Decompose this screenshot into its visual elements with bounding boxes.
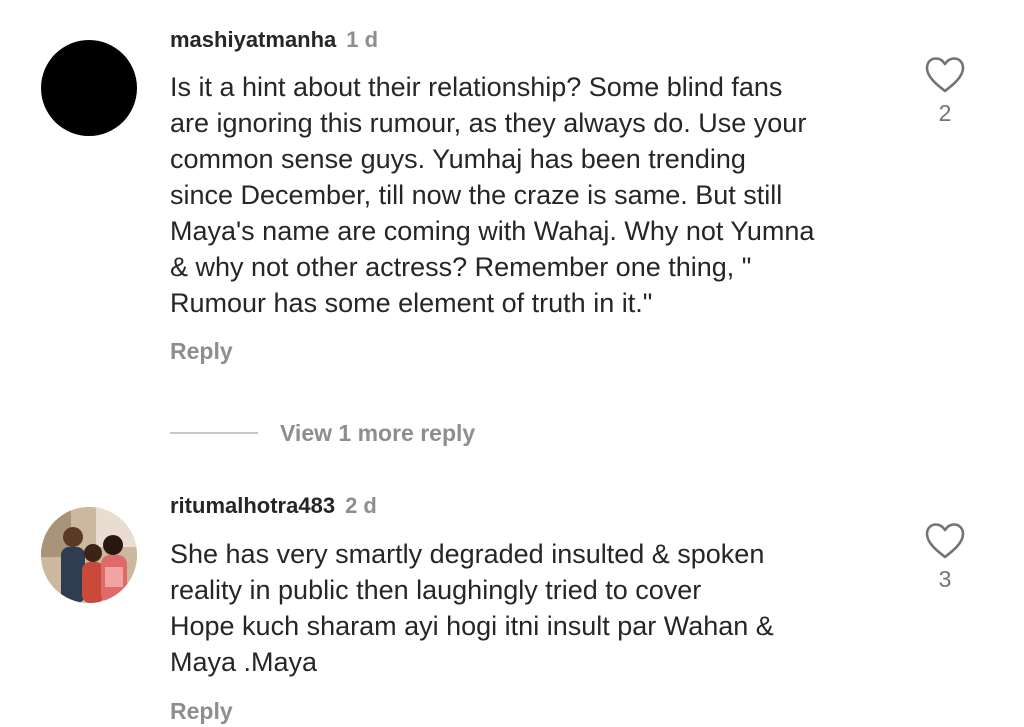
username[interactable]: mashiyatmanha — [170, 27, 336, 52]
view-more-replies-button[interactable]: View 1 more reply — [170, 418, 475, 448]
comment-item: ritumalhotra483 2 d She has very smartly … — [0, 480, 1024, 727]
like-count: 2 — [938, 100, 952, 126]
timestamp: 2 d — [345, 493, 377, 518]
comment-header: mashiyatmanha 1 d — [170, 26, 378, 54]
reply-button[interactable]: Reply — [170, 338, 233, 365]
avatar[interactable] — [41, 507, 137, 603]
like-count: 3 — [938, 566, 952, 592]
comment-item: mashiyatmanha 1 d Is it a hint about thei… — [0, 0, 1024, 400]
like-button[interactable]: 3 — [922, 522, 968, 593]
view-more-replies-label: View 1 more reply — [280, 419, 476, 446]
reply-button[interactable]: Reply — [170, 698, 233, 725]
like-button[interactable]: 2 — [922, 56, 968, 127]
divider-line — [170, 432, 258, 434]
username[interactable]: ritumalhotra483 — [170, 493, 335, 518]
group-photo-image — [41, 507, 137, 603]
comment-text: She has very smartly degraded insulted &… — [170, 539, 774, 677]
heart-outline-icon — [925, 523, 965, 559]
avatar[interactable] — [41, 40, 137, 136]
timestamp: 1 d — [346, 27, 379, 52]
comment-text: Is it a hint about their relationship? S… — [170, 72, 815, 318]
comment-header: ritumalhotra483 2 d — [170, 492, 377, 520]
heart-outline-icon — [925, 57, 965, 93]
